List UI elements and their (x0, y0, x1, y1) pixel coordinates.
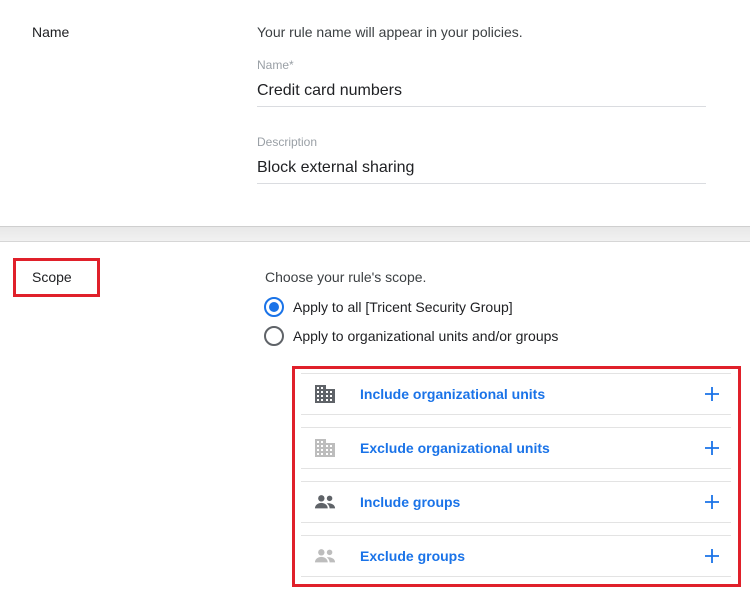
radio-checked-icon[interactable] (264, 297, 284, 317)
include-groups-label: Include groups (360, 494, 461, 510)
description-field-label: Description (257, 135, 318, 149)
description-input[interactable]: Block external sharing (257, 151, 706, 184)
name-field[interactable]: Name* Credit card numbers (257, 58, 706, 107)
plus-icon[interactable] (701, 383, 723, 405)
plus-icon[interactable] (701, 545, 723, 567)
people-icon (314, 491, 336, 513)
building-icon (314, 437, 336, 459)
scope-list-highlight-box: Include organizational units Exclude org… (292, 366, 741, 587)
building-icon (314, 383, 336, 405)
include-org-units-label: Include organizational units (360, 386, 546, 402)
plus-icon[interactable] (701, 491, 723, 513)
name-hint: Your rule name will appear in your polic… (257, 24, 523, 40)
description-field[interactable]: Description Block external sharing (257, 135, 706, 184)
radio-apply-to-all-label: Apply to all [Tricent Security Group] (293, 299, 513, 315)
radio-apply-to-units-groups-label: Apply to organizational units and/or gro… (293, 328, 559, 344)
people-icon (314, 545, 336, 567)
exclude-org-units-row[interactable]: Exclude organizational units (301, 427, 731, 469)
exclude-groups-label: Exclude groups (360, 548, 466, 564)
name-field-label: Name* (257, 58, 294, 72)
plus-icon[interactable] (701, 437, 723, 459)
name-input[interactable]: Credit card numbers (257, 74, 706, 107)
section-divider (0, 226, 750, 242)
exclude-groups-row[interactable]: Exclude groups (301, 535, 731, 577)
include-groups-row[interactable]: Include groups (301, 481, 731, 523)
name-section-label: Name (32, 24, 70, 40)
radio-unchecked-icon[interactable] (264, 326, 284, 346)
exclude-org-units-label: Exclude organizational units (360, 440, 550, 456)
scope-section-label: Scope (32, 269, 72, 285)
radio-apply-to-all[interactable]: Apply to all [Tricent Security Group] (264, 297, 513, 317)
scope-hint: Choose your rule's scope. (265, 269, 427, 285)
include-org-units-row[interactable]: Include organizational units (301, 373, 731, 415)
radio-apply-to-units-groups[interactable]: Apply to organizational units and/or gro… (264, 326, 558, 346)
